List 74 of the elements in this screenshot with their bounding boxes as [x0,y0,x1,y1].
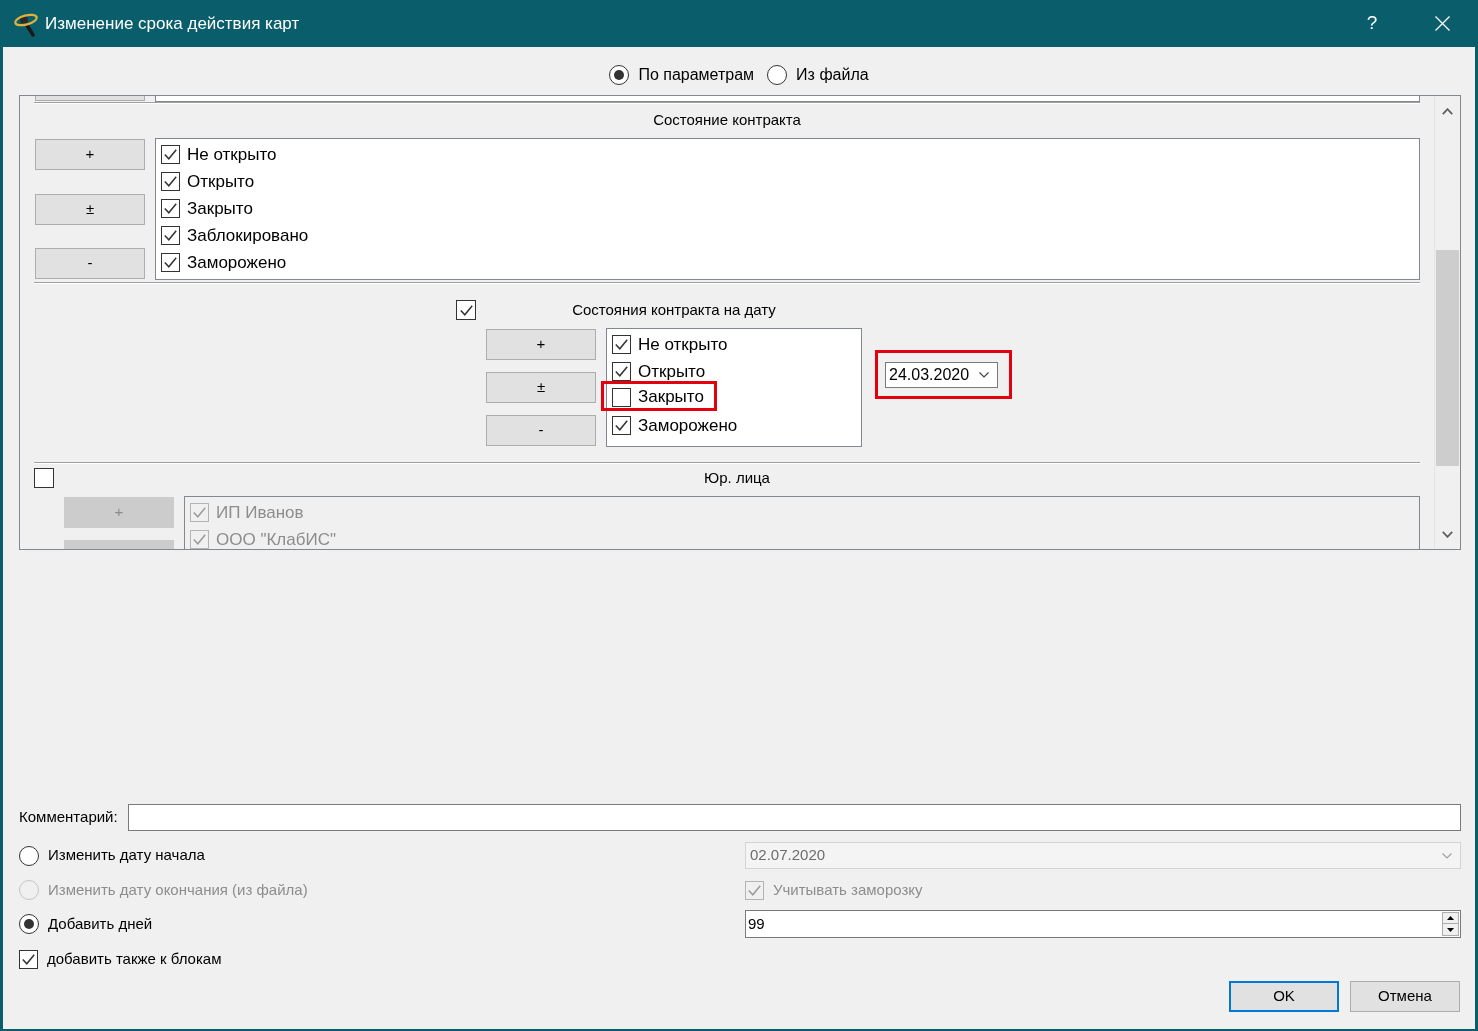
checkmark-icon [164,149,177,160]
checkmark-icon [193,534,206,545]
checkmark-icon [748,884,761,896]
checkmark-icon [615,366,628,377]
checkbox[interactable] [34,468,54,488]
checkmark-icon [164,176,177,187]
chevron-down-icon [1442,852,1452,859]
checkbox-label[interactable]: Заморожено [187,249,287,276]
checkbox[interactable] [612,416,631,435]
checkbox-label[interactable]: Закрыто [187,195,253,222]
radio-label[interactable]: Изменить дату начала [48,844,205,867]
list-button[interactable]: + [486,329,596,360]
section-title: Состояния контракта на дату [572,299,776,320]
radio-button[interactable] [19,845,39,866]
checkmark-icon [615,339,628,350]
radio-label: Изменить дату окончания (из файла) [48,879,308,900]
checkbox-label[interactable]: добавить также к блокам [47,947,222,971]
radio-button[interactable] [767,65,788,85]
chevron-up-icon [1442,107,1453,115]
dialog-button[interactable]: Отмена [1350,981,1460,1012]
comment-field[interactable] [127,804,1461,831]
checkmark-icon [22,953,35,965]
list-button[interactable]: ± [35,193,145,225]
triangle-down-icon [1447,927,1454,932]
section-title: Юр. лица [704,467,770,488]
checkmark-icon [164,230,177,241]
field-label: Комментарий: [19,807,118,828]
checkbox-label[interactable]: Не открыто [638,331,728,358]
checkbox[interactable] [161,145,180,164]
checkbox[interactable] [612,362,631,381]
checkbox-label: Учитывать заморозку [773,879,923,900]
checkmark-icon [615,420,628,431]
radio-label[interactable]: Из файла [796,63,869,87]
radio-label[interactable]: Добавить дней [48,912,153,936]
checkbox[interactable] [456,300,476,320]
list-button[interactable]: - [486,415,596,446]
checkbox[interactable] [161,226,180,245]
checkbox[interactable] [612,335,631,354]
checkmark-icon [459,304,473,316]
scrollbar-thumb[interactable] [1436,250,1459,466]
triangle-up-icon [1447,916,1454,920]
checkmark-icon [164,203,177,214]
radio-button[interactable] [609,65,630,85]
spin-down-button[interactable] [1442,924,1459,936]
checkbox[interactable] [161,172,180,191]
radio-button[interactable] [19,914,39,934]
number-field[interactable]: 99 [745,910,1461,938]
checkbox-label[interactable]: Открыто [638,358,706,385]
list-button[interactable]: + [35,139,145,170]
checkbox-label[interactable]: Не открыто [187,141,277,168]
chevron-down-icon [979,372,989,378]
help-button[interactable]: ? [1352,3,1392,44]
section-title: Состояние контракта [653,109,801,130]
checkbox[interactable] [190,530,209,549]
checkbox-label[interactable]: Открыто [187,168,255,195]
checkbox-label[interactable]: Закрыто [638,384,704,410]
checkbox[interactable] [161,253,180,272]
window-title: Изменение срока действия карт [45,12,300,35]
checkbox[interactable] [161,199,180,218]
checkbox-label[interactable]: Заблокировано [187,222,309,249]
checkbox[interactable] [190,503,209,522]
checkbox[interactable] [19,949,38,969]
chevron-down-icon [1442,530,1453,538]
list-button[interactable]: ± [486,372,596,403]
dialog-button[interactable]: OK [1229,981,1339,1012]
close-icon [1434,16,1450,31]
date-field[interactable]: 24.03.2020 [885,362,998,388]
checkbox[interactable] [612,387,631,407]
checkbox-label[interactable]: Заморожено [638,412,738,439]
spin-up-button[interactable] [1442,912,1459,924]
list-button[interactable]: - [35,248,145,279]
checkmark-icon [193,507,206,518]
checkmark-icon [164,257,177,268]
radio-label[interactable]: По параметрам [638,63,755,87]
